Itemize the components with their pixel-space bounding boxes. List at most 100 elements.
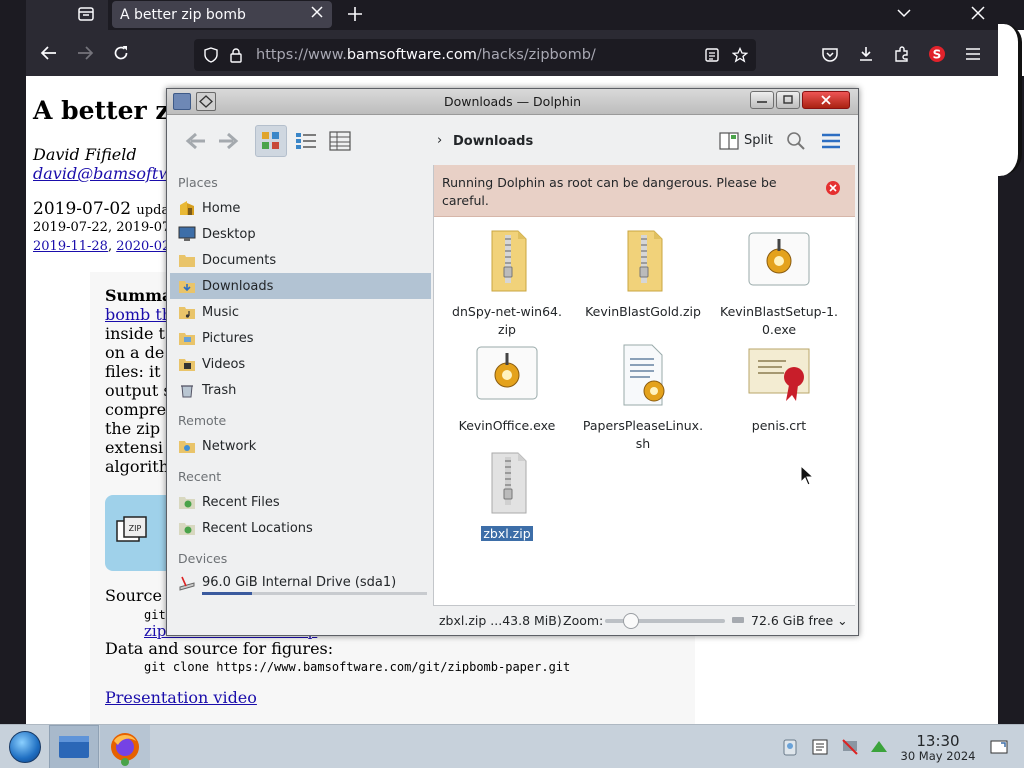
tracking-protection-shield-icon[interactable] <box>203 47 219 63</box>
zoom-slider-handle[interactable] <box>623 613 640 629</box>
file-item[interactable]: KevinOffice.exe <box>439 343 575 435</box>
downloads-icon[interactable] <box>857 45 875 63</box>
file-item[interactable]: penis.crt <box>711 343 847 435</box>
places-item-documents[interactable]: Documents <box>170 247 431 273</box>
places-item-label: Desktop <box>202 227 256 242</box>
update-dates-links: 2019-11-28, 2020-02 <box>33 239 171 254</box>
notes-tray-icon[interactable] <box>810 737 830 757</box>
show-desktop-icon[interactable] <box>989 737 1009 757</box>
executable-icon <box>476 346 538 400</box>
hamburger-menu-icon[interactable] <box>964 45 982 63</box>
bookmark-star-icon[interactable] <box>732 47 748 63</box>
summary-line: compres <box>105 400 175 419</box>
file-manager-icon <box>59 736 89 758</box>
clock-time[interactable]: 13:30 <box>900 732 976 750</box>
window-close-icon[interactable] <box>970 5 986 21</box>
forward-arrow-icon[interactable] <box>76 44 94 62</box>
details-view-icon[interactable] <box>327 126 353 156</box>
date-link[interactable]: 2020-02 <box>116 239 170 254</box>
places-item-pictures[interactable]: Pictures <box>170 325 431 351</box>
author-name: David Fifield <box>33 145 137 164</box>
places-item-network[interactable]: Network <box>170 433 431 459</box>
remote-section-header: Remote <box>178 413 227 428</box>
background-strip-left <box>0 30 26 724</box>
places-item-videos[interactable]: Videos <box>170 351 431 377</box>
split-view-button[interactable]: Split <box>718 127 774 155</box>
reload-icon[interactable] <box>112 44 130 62</box>
free-space-text[interactable]: 72.6 GiB free ⌄ <box>751 613 848 628</box>
file-item-selected[interactable]: zbxl.zip <box>439 451 575 543</box>
breadcrumb[interactable]: Downloads <box>453 134 533 149</box>
shell-script-icon <box>623 344 665 406</box>
url-bar[interactable]: https://www.bamsoftware.com/hacks/zipbom… <box>194 39 756 71</box>
trash-icon <box>181 385 193 398</box>
forward-arrow-icon[interactable] <box>215 126 241 156</box>
file-name: KevinBlastSetup-1. <box>720 304 838 319</box>
close-window-button[interactable] <box>802 91 850 109</box>
firefox-view-icon[interactable] <box>76 4 96 24</box>
compact-view-icon[interactable] <box>293 126 319 156</box>
maximize-button[interactable] <box>776 91 800 109</box>
back-arrow-icon[interactable] <box>183 126 209 156</box>
places-item-recent-files[interactable]: Recent Files <box>170 489 431 515</box>
places-item-downloads[interactable]: Downloads <box>170 273 431 299</box>
hamburger-menu-icon[interactable] <box>819 126 843 156</box>
new-tab-icon[interactable] <box>346 5 364 23</box>
reader-view-icon[interactable] <box>704 47 720 63</box>
tab-title: A better zip bomb <box>120 7 246 23</box>
clock-date[interactable]: 30 May 2024 <box>893 749 983 763</box>
places-item-trash[interactable]: Trash <box>170 377 431 403</box>
file-item[interactable]: PapersPleaseLinux. sh <box>575 343 711 453</box>
firefox-icon <box>111 733 139 766</box>
dolphin-window: Downloads — Dolphin › Downloads Split Pl… <box>166 88 859 636</box>
zoom-slider[interactable] <box>605 613 725 629</box>
updates-tray-icon[interactable] <box>869 737 889 757</box>
free-space-icon <box>732 617 744 623</box>
search-icon[interactable] <box>784 126 808 156</box>
taskbar-firefox[interactable] <box>100 725 150 768</box>
lock-icon[interactable] <box>228 47 244 63</box>
list-all-tabs-chevron-icon[interactable] <box>896 5 912 21</box>
minimize-button[interactable] <box>750 91 774 109</box>
dolphin-toolbar: › Downloads Split <box>167 116 858 164</box>
file-view[interactable]: Running Dolphin as root can be dangerous… <box>433 165 855 605</box>
svg-text:ZIP: ZIP <box>129 524 142 533</box>
summary-line: inside t <box>105 324 165 343</box>
presentation-video-link[interactable]: Presentation video <box>105 688 257 707</box>
places-item-home[interactable]: Home <box>170 195 431 221</box>
places-item-recent-locations[interactable]: Recent Locations <box>170 515 431 541</box>
browser-tab[interactable]: A better zip bomb <box>112 1 332 28</box>
date-link[interactable]: 2019-11-28 <box>33 239 108 254</box>
back-arrow-icon[interactable] <box>40 44 58 62</box>
summary-line: files: it <box>105 362 161 381</box>
summary-line: the zip <box>105 419 161 438</box>
pocket-icon[interactable] <box>821 45 839 63</box>
network-disconnected-tray-icon[interactable] <box>840 737 860 757</box>
taskbar-dolphin[interactable] <box>49 725 99 768</box>
extension-badge-icon[interactable]: S <box>928 45 946 63</box>
places-item-music[interactable]: Music <box>170 299 431 325</box>
summary-line[interactable]: bomb th <box>105 305 174 324</box>
clipboard-tray-icon[interactable] <box>780 737 800 757</box>
extensions-puzzle-icon[interactable] <box>893 45 911 63</box>
close-warning-icon[interactable] <box>826 181 840 195</box>
recent-locations-icon <box>179 523 195 535</box>
folder-icon <box>179 255 195 267</box>
update-dates: 2019-07-22, 2019-07 <box>33 220 171 235</box>
root-warning-banner: Running Dolphin as root can be dangerous… <box>434 165 855 217</box>
places-item-desktop[interactable]: Desktop <box>170 221 431 247</box>
git-clone-command: git clone https://www.bamsoftware.com/gi… <box>144 660 571 674</box>
file-item[interactable]: KevinBlastGold.zip <box>575 229 711 321</box>
desktop-paper-edge <box>998 24 1022 176</box>
places-item-internal-drive[interactable]: 96.0 GiB Internal Drive (sda1) <box>170 569 431 595</box>
dolphin-titlebar[interactable]: Downloads — Dolphin <box>167 89 858 115</box>
places-item-label: Home <box>202 201 241 216</box>
url-text[interactable]: https://www.bamsoftware.com/hacks/zipbom… <box>256 47 596 63</box>
icons-view-button[interactable] <box>255 125 287 157</box>
start-menu-button[interactable] <box>9 731 41 763</box>
file-item[interactable]: dnSpy-net-win64. zip <box>439 229 575 339</box>
file-item[interactable]: KevinBlastSetup-1. 0.exe <box>711 229 847 339</box>
home-icon <box>180 201 194 215</box>
close-tab-icon[interactable] <box>310 5 324 19</box>
mouse-cursor <box>800 465 814 486</box>
